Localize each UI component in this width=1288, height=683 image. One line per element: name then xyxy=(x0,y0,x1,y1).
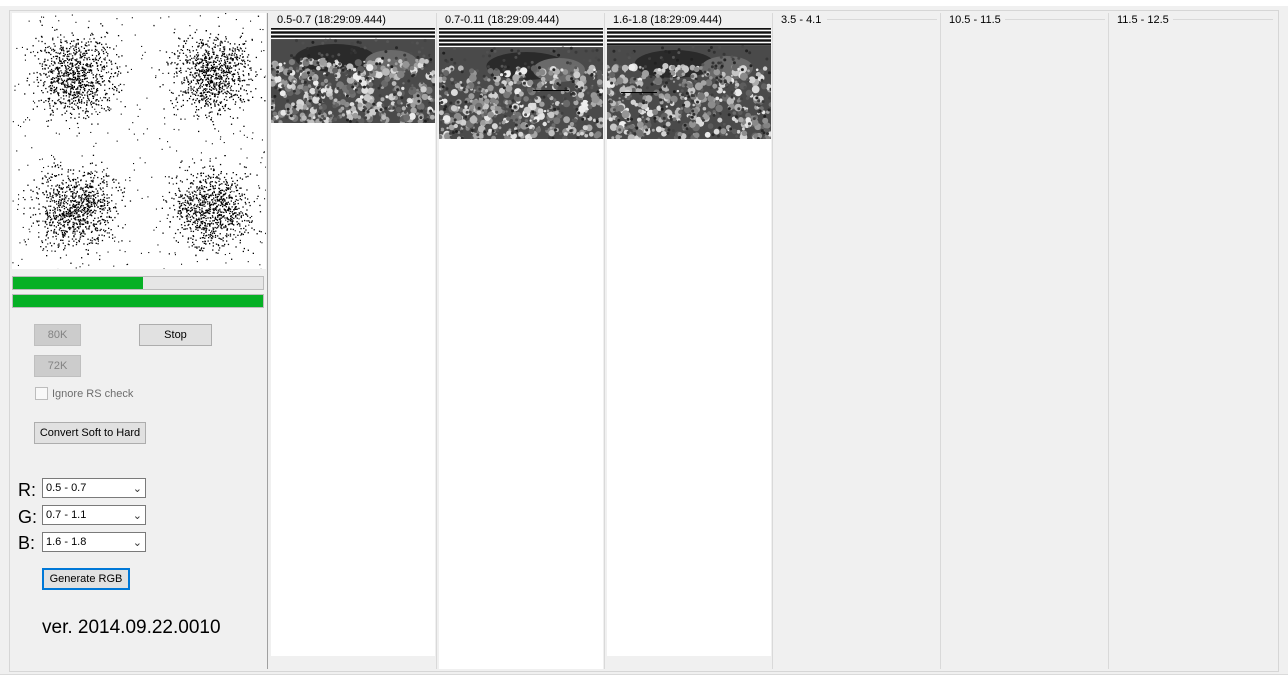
progress-bar-buffer xyxy=(12,276,264,290)
ignore-rs-label: Ignore RS check xyxy=(52,388,133,400)
satellite-image xyxy=(271,28,435,123)
chevron-down-icon[interactable]: ⌄ xyxy=(133,534,142,552)
channel-panel-3: 1.6-1.8 (18:29:09.444) xyxy=(605,13,773,669)
channel-panel-4: 3.5 - 4.1 xyxy=(773,13,941,669)
panel-title: 10.5 - 11.5 xyxy=(949,14,1001,26)
blue-channel-select[interactable]: 1.6 - 1.8 ⌄ xyxy=(42,532,146,552)
satellite-image xyxy=(607,28,771,139)
green-channel-select[interactable]: 0.7 - 1.1 ⌄ xyxy=(42,505,146,525)
channel-panel-2: 0.7-0.11 (18:29:09.444) xyxy=(437,13,605,669)
red-channel-label: R: xyxy=(18,480,36,501)
stop-button[interactable]: Stop xyxy=(139,324,212,346)
constellation-plot xyxy=(12,13,266,269)
progress-fill xyxy=(13,295,263,307)
ignore-rs-checkbox[interactable]: Ignore RS check xyxy=(35,387,133,400)
panel-separator xyxy=(267,13,268,669)
blue-channel-value: 1.6 - 1.8 xyxy=(46,536,86,548)
panel-rule xyxy=(1173,19,1273,20)
panel-title: 0.7-0.11 (18:29:09.444) xyxy=(445,14,559,26)
top-strip xyxy=(0,0,1288,6)
panel-title: 3.5 - 4.1 xyxy=(781,14,821,26)
version-label: ver. 2014.09.22.0010 xyxy=(42,617,221,639)
panel-title: 0.5-0.7 (18:29:09.444) xyxy=(277,14,386,26)
panel-title: 1.6-1.8 (18:29:09.444) xyxy=(613,14,722,26)
channel-panel-1: 0.5-0.7 (18:29:09.444) xyxy=(269,13,437,669)
green-channel-value: 0.7 - 1.1 xyxy=(46,509,86,521)
red-channel-value: 0.5 - 0.7 xyxy=(46,482,86,494)
progress-bar-sync xyxy=(12,294,264,308)
channel-panel-5: 10.5 - 11.5 xyxy=(941,13,1109,669)
panel-title: 11.5 - 12.5 xyxy=(1117,14,1169,26)
progress-fill xyxy=(13,277,143,289)
convert-soft-to-hard-button[interactable]: Convert Soft to Hard xyxy=(34,422,146,444)
constellation-diagram xyxy=(12,13,266,269)
green-channel-label: G: xyxy=(18,507,37,528)
blue-channel-label: B: xyxy=(18,533,35,554)
panel-rule xyxy=(827,19,937,20)
generate-rgb-button[interactable]: Generate RGB xyxy=(42,568,130,590)
chevron-down-icon[interactable]: ⌄ xyxy=(133,507,142,525)
chevron-down-icon[interactable]: ⌄ xyxy=(133,480,142,498)
satellite-image xyxy=(439,28,603,139)
72k-button[interactable]: 72K xyxy=(34,355,81,377)
panel-rule xyxy=(1005,19,1105,20)
checkbox-box[interactable] xyxy=(35,387,48,400)
80k-button[interactable]: 80K xyxy=(34,324,81,346)
channel-panel-6: 11.5 - 12.5 xyxy=(1109,13,1277,669)
red-channel-select[interactable]: 0.5 - 0.7 ⌄ xyxy=(42,478,146,498)
